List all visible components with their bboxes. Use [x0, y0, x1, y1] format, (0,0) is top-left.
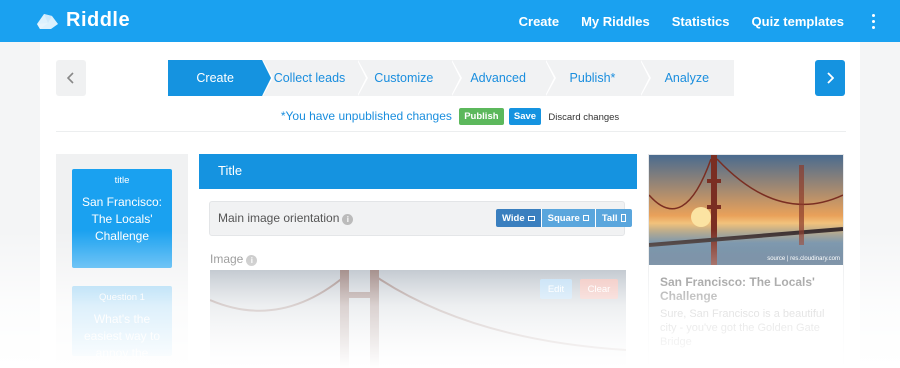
orientation-label-text: Main image orientation	[218, 211, 340, 225]
step-label: Collect leads	[273, 71, 346, 85]
preview-title: San Francisco: The Locals' Challenge	[660, 275, 815, 303]
info-icon[interactable]: i	[246, 255, 258, 266]
step-label: Publish*	[569, 71, 616, 85]
orientation-label: Main image orientation i	[218, 211, 354, 225]
card-text: What's the easiest way to annoy the	[83, 312, 161, 360]
top-navbar: Riddle Create My Riddles Statistics Quiz…	[0, 0, 900, 42]
sidebar-card-title[interactable]: title San Francisco: The Locals' Challen…	[72, 169, 172, 268]
card-caption: title	[114, 175, 130, 186]
orientation-tall-button[interactable]: Tall	[595, 209, 632, 227]
image-label-text: Image	[210, 252, 244, 266]
main-nav: Create My Riddles Statistics Quiz templa…	[497, 0, 880, 42]
option-label: Square	[547, 212, 580, 224]
info-icon[interactable]: i	[342, 214, 354, 225]
preview-description: Sure, San Francisco is a beautiful city …	[660, 308, 825, 348]
editor-header: Title	[199, 154, 637, 189]
golden-gate-image	[649, 155, 843, 265]
discard-changes-link[interactable]: Discard changes	[548, 112, 619, 123]
wide-rect-icon	[527, 215, 535, 221]
riddle-logo[interactable]: Riddle	[34, 9, 130, 32]
image-label: Image i	[210, 252, 258, 266]
step-label: Create	[196, 71, 234, 85]
orientation-toggle: Wide Square Tall	[496, 209, 632, 227]
image-preview[interactable]: Edit Clear	[210, 270, 626, 368]
edit-image-button[interactable]: Edit	[540, 279, 572, 299]
unpublished-changes-bar: *You have unpublished changes Publish Sa…	[0, 108, 900, 125]
live-preview-card: source | res.cloudinary.com San Francisc…	[648, 154, 844, 368]
more-menu-icon[interactable]	[866, 11, 880, 31]
unpublished-message: *You have unpublished changes	[280, 109, 452, 123]
sidebar-card-question-1[interactable]: Question 1 What's the easiest way to ann…	[72, 286, 172, 360]
card-caption: Question 1	[99, 292, 145, 303]
step-collect-leads[interactable]: Collect leads	[262, 60, 369, 96]
step-label: Advanced	[470, 71, 526, 85]
nav-statistics[interactable]: Statistics	[672, 14, 730, 29]
brand-name: Riddle	[66, 9, 131, 31]
step-publish[interactable]: Publish*	[545, 60, 652, 96]
square-icon	[582, 215, 589, 221]
option-label: Wide	[502, 212, 525, 224]
step-customize[interactable]: Customize	[356, 60, 463, 96]
prev-step-button[interactable]	[56, 60, 86, 96]
image-credit: source | res.cloudinary.com	[767, 256, 840, 262]
orientation-wide-button[interactable]: Wide	[496, 209, 542, 227]
clear-image-button[interactable]: Clear	[580, 279, 618, 299]
tall-rect-icon	[620, 214, 626, 222]
step-advanced[interactable]: Advanced	[450, 60, 557, 96]
orientation-square-button[interactable]: Square	[541, 209, 596, 227]
publish-button[interactable]: Publish	[459, 108, 504, 125]
logo-icon	[37, 13, 58, 29]
next-step-button[interactable]	[815, 60, 845, 96]
nav-quiz-templates[interactable]: Quiz templates	[752, 14, 844, 29]
step-bar: Create Collect leads Customize Advanced …	[168, 60, 734, 96]
divider	[56, 131, 846, 132]
chevron-left-icon	[67, 72, 74, 84]
option-label: Tall	[601, 212, 618, 224]
step-analyze[interactable]: Analyze	[639, 60, 734, 96]
orientation-row: Main image orientation i Wide Square Tall	[209, 201, 632, 236]
nav-create[interactable]: Create	[519, 14, 559, 29]
preview-image: source | res.cloudinary.com	[649, 155, 843, 265]
nav-my-riddles[interactable]: My Riddles	[581, 14, 650, 29]
step-label: Analyze	[664, 71, 710, 85]
card-text: San Francisco: The Locals' Challenge	[81, 195, 163, 243]
chevron-right-icon	[827, 72, 834, 84]
riddle-structure-sidebar: title San Francisco: The Locals' Challen…	[56, 154, 188, 368]
step-create[interactable]: Create	[168, 60, 274, 96]
step-label: Customize	[374, 71, 434, 85]
save-button[interactable]: Save	[508, 108, 542, 125]
